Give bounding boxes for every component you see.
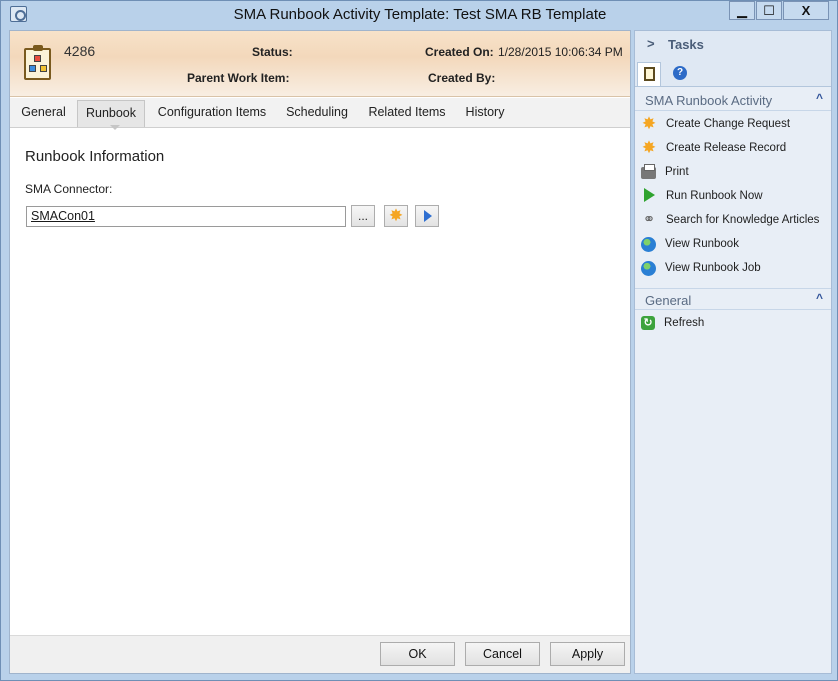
active-tab-indicator (110, 125, 120, 130)
tasks-header[interactable]: > Tasks (635, 31, 831, 60)
group-title: General (645, 293, 692, 308)
sma-connector-label: SMA Connector: (25, 182, 113, 196)
group-header-general[interactable]: General ^ (635, 288, 831, 310)
help-icon: ? (673, 66, 687, 80)
printer-icon (641, 164, 656, 179)
task-label: View Runbook (665, 238, 739, 250)
task-label: View Runbook Job (665, 262, 761, 274)
work-item-id: 4286 (64, 43, 96, 59)
parent-work-item-label: Parent Work Item: (187, 71, 290, 85)
status-label: Status: (252, 45, 293, 59)
group-title: SMA Runbook Activity (645, 93, 773, 108)
tab-history[interactable]: History (460, 100, 510, 127)
star-icon: ✸ (388, 206, 404, 225)
window-controls: ▁ ☐ X (728, 1, 829, 20)
window-title: SMA Runbook Activity Template: Test SMA … (233, 6, 607, 23)
browse-button[interactable]: ... (351, 205, 375, 227)
task-run-runbook-now[interactable]: Run Runbook Now (641, 185, 831, 207)
tasks-pane: > Tasks ? SMA Runbook Activity ^ ✸ Creat… (634, 30, 832, 674)
globe-icon (641, 236, 656, 252)
tasks-title: Tasks (668, 37, 704, 52)
tab-scheduling[interactable]: Scheduling (280, 100, 354, 127)
section-title: Runbook Information (25, 148, 165, 165)
form-area: 4286 Status: Parent Work Item: Created O… (9, 30, 631, 674)
tab-strip: General Runbook Configuration Items Sche… (10, 98, 630, 128)
cancel-button[interactable]: Cancel (465, 642, 540, 666)
chevron-up-icon[interactable]: ^ (816, 291, 823, 305)
tasks-tab-help[interactable]: ? (667, 62, 691, 86)
tab-general[interactable]: General (15, 100, 72, 127)
task-view-runbook-job[interactable]: View Runbook Job (641, 257, 831, 279)
tasks-tab-strip: ? (635, 60, 831, 87)
task-create-release-record[interactable]: ✸ Create Release Record (641, 137, 831, 159)
maximize-button[interactable]: ☐ (756, 1, 782, 20)
tab-related-items[interactable]: Related Items (362, 100, 452, 127)
chevron-right-icon[interactable]: > (647, 36, 655, 51)
link-icon: ⚭ (642, 211, 656, 228)
star-icon: ✸ (641, 138, 657, 157)
arrow-right-icon (424, 210, 432, 222)
tasks-tab-tasks[interactable] (637, 62, 661, 86)
task-label: Create Change Request (666, 118, 791, 130)
task-label: Refresh (664, 317, 705, 329)
refresh-icon: ↻ (641, 316, 655, 330)
task-refresh[interactable]: ↻ Refresh (641, 312, 831, 334)
task-label: Create Release Record (666, 142, 787, 154)
task-create-change-request[interactable]: ✸ Create Change Request (641, 113, 831, 135)
minimize-button[interactable]: ▁ (729, 1, 755, 20)
task-label: Print (665, 166, 689, 178)
tab-runbook[interactable]: Runbook (77, 100, 145, 127)
button-bar: OK Cancel Apply (10, 635, 630, 673)
open-connector-button[interactable] (415, 205, 439, 227)
dialog-window: SMA Runbook Activity Template: Test SMA … (0, 0, 838, 681)
sma-connector-field[interactable]: SMACon01 (26, 206, 346, 227)
work-item-header: 4286 Status: Parent Work Item: Created O… (10, 31, 630, 97)
task-search-knowledge-articles[interactable]: ⚭ Search for Knowledge Articles (641, 209, 831, 231)
runbook-activity-icon (24, 45, 51, 80)
star-icon: ✸ (641, 114, 657, 133)
task-label: Search for Knowledge Articles (666, 214, 820, 226)
created-by-label: Created By: (428, 71, 496, 85)
play-icon (641, 188, 657, 204)
clipboard-icon (644, 67, 655, 81)
created-on-value: 1/28/2015 10:06:34 PM (498, 45, 623, 59)
title-bar: SMA Runbook Activity Template: Test SMA … (1, 1, 837, 29)
tab-configuration-items[interactable]: Configuration Items (153, 100, 271, 127)
ok-button[interactable]: OK (380, 642, 455, 666)
task-view-runbook[interactable]: View Runbook (641, 233, 831, 255)
chevron-up-icon[interactable]: ^ (816, 91, 823, 105)
close-button[interactable]: X (783, 1, 829, 20)
created-on-label: Created On: (425, 45, 494, 59)
globe-icon (641, 260, 656, 276)
apply-button[interactable]: Apply (550, 642, 625, 666)
group-header-sma-runbook-activity[interactable]: SMA Runbook Activity ^ (635, 89, 831, 111)
new-connector-button[interactable]: ✸ (384, 205, 408, 227)
task-label: Run Runbook Now (666, 190, 763, 202)
task-print[interactable]: Print (641, 161, 831, 183)
